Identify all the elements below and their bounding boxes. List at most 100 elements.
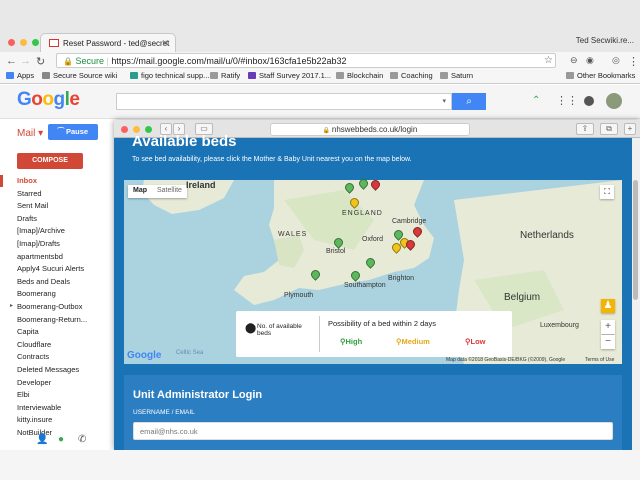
reload-icon[interactable]: ↻ — [36, 55, 45, 68]
hangouts-icon[interactable]: ● — [58, 434, 64, 445]
folder-icon — [42, 72, 50, 79]
map-label-ireland: Ireland — [186, 180, 216, 190]
bookmark-staff-survey[interactable]: Staff Survey 2017.1... — [248, 71, 331, 80]
folder-item[interactable]: Elbi — [17, 389, 112, 402]
username-label: USERNAME / EMAIL — [133, 409, 195, 416]
pause-inbox-button[interactable]: ⁀ Pause — [48, 124, 98, 140]
bookmark-saturn[interactable]: Saturn — [440, 71, 473, 80]
folder-item[interactable]: Drafts — [17, 213, 112, 226]
bookmark-apps[interactable]: Apps — [6, 71, 34, 80]
google-logo[interactable]: Google — [17, 89, 80, 111]
extension-icon[interactable]: ⊖ — [570, 55, 578, 66]
mail-switcher[interactable]: Mail ▾ — [17, 128, 43, 139]
zoom-in-button[interactable]: + — [601, 320, 615, 334]
map-view-button[interactable]: Map — [128, 185, 152, 196]
folder-item[interactable]: Beds and Deals — [17, 276, 112, 289]
minimize-window-button[interactable] — [20, 39, 27, 46]
bookmark-star-icon[interactable]: ☆ — [544, 55, 553, 66]
folder-icon — [210, 72, 218, 79]
close-window-button[interactable] — [8, 39, 15, 46]
username-input[interactable] — [133, 422, 613, 440]
folder-item[interactable]: Starred — [17, 188, 112, 201]
folder-item[interactable]: Interviewable — [17, 402, 112, 415]
back-icon[interactable]: ← — [6, 55, 17, 67]
expand-folder-icon[interactable]: ▸ — [10, 302, 13, 309]
bookmark-coaching[interactable]: Coaching — [390, 71, 433, 80]
gmail-favicon-icon — [49, 39, 59, 47]
browser-tab[interactable]: Reset Password - ted@secret ✕ — [40, 33, 176, 53]
bookmark-blockchain[interactable]: Blockchain — [336, 71, 383, 80]
extension-icon-3[interactable]: ◎ — [612, 55, 620, 66]
folder-item[interactable]: Boomerang-Outbox — [17, 301, 112, 314]
phone-icon[interactable]: ✆ — [78, 434, 86, 445]
menu-icon[interactable]: ⋮ — [628, 55, 639, 68]
fullscreen-icon[interactable]: ⛶ — [600, 185, 614, 199]
tabs-icon[interactable]: ⧉ — [600, 123, 618, 135]
scrollbar-thumb[interactable] — [633, 180, 638, 300]
folder-icon — [390, 72, 398, 79]
close-tab-icon[interactable]: ✕ — [161, 38, 169, 49]
survey-icon — [248, 72, 256, 79]
compose-button[interactable]: COMPOSE — [17, 153, 83, 169]
map-label-brighton: Brighton — [388, 275, 415, 282]
notifications-icon[interactable] — [584, 96, 594, 106]
folder-item[interactable]: kitty.insure — [17, 414, 112, 427]
map-label-england: ENGLAND — [342, 210, 383, 217]
folder-icon — [336, 72, 344, 79]
folder-item[interactable]: Sent Mail — [17, 200, 112, 213]
safari-maximize-button[interactable] — [145, 126, 152, 133]
lock-icon: 🔒 — [322, 128, 332, 134]
legend-high: ⚲High — [340, 337, 363, 346]
safari-minimize-button[interactable] — [133, 126, 140, 133]
gmail-search-input[interactable]: ▾ — [116, 93, 452, 110]
folder-item[interactable]: Boomerang-Return... — [17, 314, 112, 327]
satellite-view-button[interactable]: Satellite — [152, 185, 187, 196]
folder-item[interactable]: [Imap]/Archive — [17, 225, 112, 238]
login-title: Unit Administrator Login — [133, 389, 263, 401]
bookmark-other[interactable]: Other Bookmarks — [566, 71, 635, 80]
bookmark-secure-source-wiki[interactable]: Secure Source wiki — [42, 71, 117, 80]
street-view-pegman-icon[interactable]: ♟ — [601, 299, 615, 313]
page-subtitle: To see bed availability, please click th… — [132, 156, 412, 163]
folder-item[interactable]: Apply4 Sucuri Alerts — [17, 263, 112, 276]
address-bar[interactable]: 🔒 Secure | https://mail.google.com/mail/… — [56, 53, 556, 68]
map-terms-link[interactable]: Terms of Use — [585, 357, 614, 363]
search-icon: ⌕ — [466, 96, 472, 107]
forward-icon[interactable]: → — [20, 55, 31, 67]
avatar[interactable] — [606, 93, 622, 109]
map-type-toggle[interactable]: Map Satellite — [128, 185, 187, 198]
google-apps-icon[interactable]: ⋮⋮ — [556, 94, 578, 107]
legend-divider — [319, 316, 320, 352]
boomerang-icon[interactable]: ⌃ — [532, 95, 540, 106]
map-label-celtic-sea: Celtic Sea — [176, 350, 204, 356]
safari-address-bar[interactable]: 🔒 nhswebbeds.co.uk/login — [270, 123, 470, 136]
bookmark-figo[interactable]: figo technical supp... — [130, 71, 209, 80]
folder-icon — [440, 72, 448, 79]
safari-close-button[interactable] — [121, 126, 128, 133]
search-options-icon[interactable]: ▾ — [442, 97, 446, 105]
folder-item[interactable]: Deleted Messages — [17, 364, 112, 377]
folder-item[interactable]: Inbox — [17, 175, 112, 188]
legend-heading: Possibility of a bed within 2 days — [328, 319, 436, 328]
map-label-belgium: Belgium — [504, 292, 541, 303]
secure-label: Secure — [75, 56, 105, 66]
extension-icon-2[interactable]: ◉ — [586, 55, 594, 66]
map-label-netherlands: Netherlands — [520, 230, 574, 241]
new-tab-icon[interactable]: + — [624, 123, 636, 135]
folder-item[interactable]: NotBuilder — [17, 427, 112, 440]
folder-item[interactable]: Contracts — [17, 351, 112, 364]
bookmark-ratify[interactable]: Ratify — [210, 71, 240, 80]
gmail-search-button[interactable]: ⌕ — [452, 93, 486, 110]
folder-item[interactable]: [Imap]/Drafts — [17, 238, 112, 251]
maximize-window-button[interactable] — [32, 39, 39, 46]
tab-title: Reset Password - ted@secret — [63, 39, 170, 48]
folder-item[interactable]: apartmentsbd — [17, 251, 112, 264]
folder-item[interactable]: Cloudflare — [17, 339, 112, 352]
zoom-out-button[interactable]: − — [601, 335, 615, 349]
folder-item[interactable]: Capita — [17, 326, 112, 339]
folder-item[interactable]: Boomerang — [17, 288, 112, 301]
folder-item[interactable]: Developer — [17, 377, 112, 390]
contacts-icon[interactable]: 👤 — [36, 434, 48, 445]
share-icon[interactable]: ⇪ — [576, 123, 594, 135]
profile-name[interactable]: Ted Secwiki.re... — [576, 36, 634, 45]
